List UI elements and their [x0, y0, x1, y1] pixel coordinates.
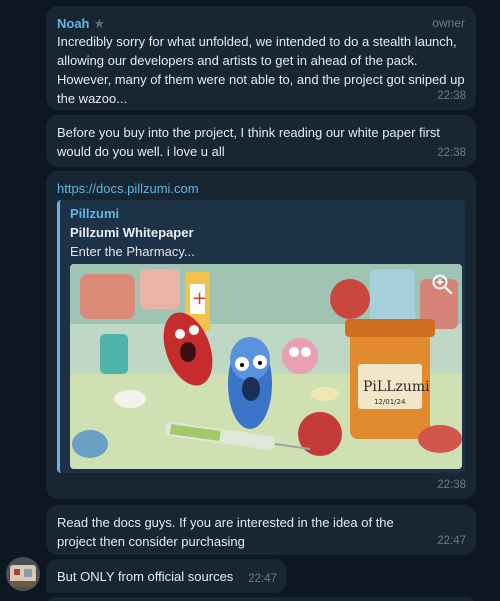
message-bubble[interactable]: But ONLY from official sources 22:47: [46, 559, 287, 593]
sender-name[interactable]: Noah: [57, 14, 90, 33]
message-text: Incredibly sorry for what unfolded, we i…: [57, 34, 469, 106]
preview-description: Enter the Pharmacy...: [70, 244, 195, 259]
message-bubble[interactable]: Before you buy into the project, I think…: [46, 115, 476, 167]
message-text: But ONLY from official sources: [57, 569, 234, 584]
message-link[interactable]: https://docs.pillzumi.com: [57, 179, 465, 198]
link-preview[interactable]: Pillzumi Pillzumi Whitepaper Enter the P…: [57, 200, 465, 473]
message-time: 22:38: [437, 90, 466, 102]
message-bubble[interactable]: [46, 597, 476, 601]
message-bubble[interactable]: https://docs.pillzumi.com Pillzumi Pillz…: [46, 171, 476, 499]
bottle-label: PiLLzumi: [363, 379, 430, 395]
star-icon: ★: [93, 15, 106, 31]
role-badge: owner: [432, 15, 465, 30]
message-time: 22:47: [248, 573, 277, 585]
message-bubble[interactable]: Read the docs guys. If you are intereste…: [46, 505, 476, 555]
message-time: 22:38: [437, 479, 466, 491]
user-avatar[interactable]: [6, 557, 40, 591]
message-bubble[interactable]: Noah ★ owner Incredibly sorry for what u…: [46, 6, 476, 110]
preview-site-name: Pillzumi: [70, 206, 120, 221]
message-time: 22:47: [437, 535, 466, 547]
preview-title: Pillzumi Whitepaper: [70, 225, 194, 240]
message-text: Before you buy into the project, I think…: [57, 125, 444, 159]
zoom-in-icon[interactable]: [430, 272, 454, 296]
message-text: Read the docs guys. If you are intereste…: [57, 515, 398, 549]
svg-text:+: +: [192, 288, 207, 309]
preview-image[interactable]: + PiLLzumi 12/01/24: [70, 264, 462, 469]
pharmacy-illustration: + PiLLzumi 12/01/24: [70, 264, 462, 469]
message-time: 22:38: [437, 147, 466, 159]
bottle-date: 12/01/24: [374, 398, 406, 406]
